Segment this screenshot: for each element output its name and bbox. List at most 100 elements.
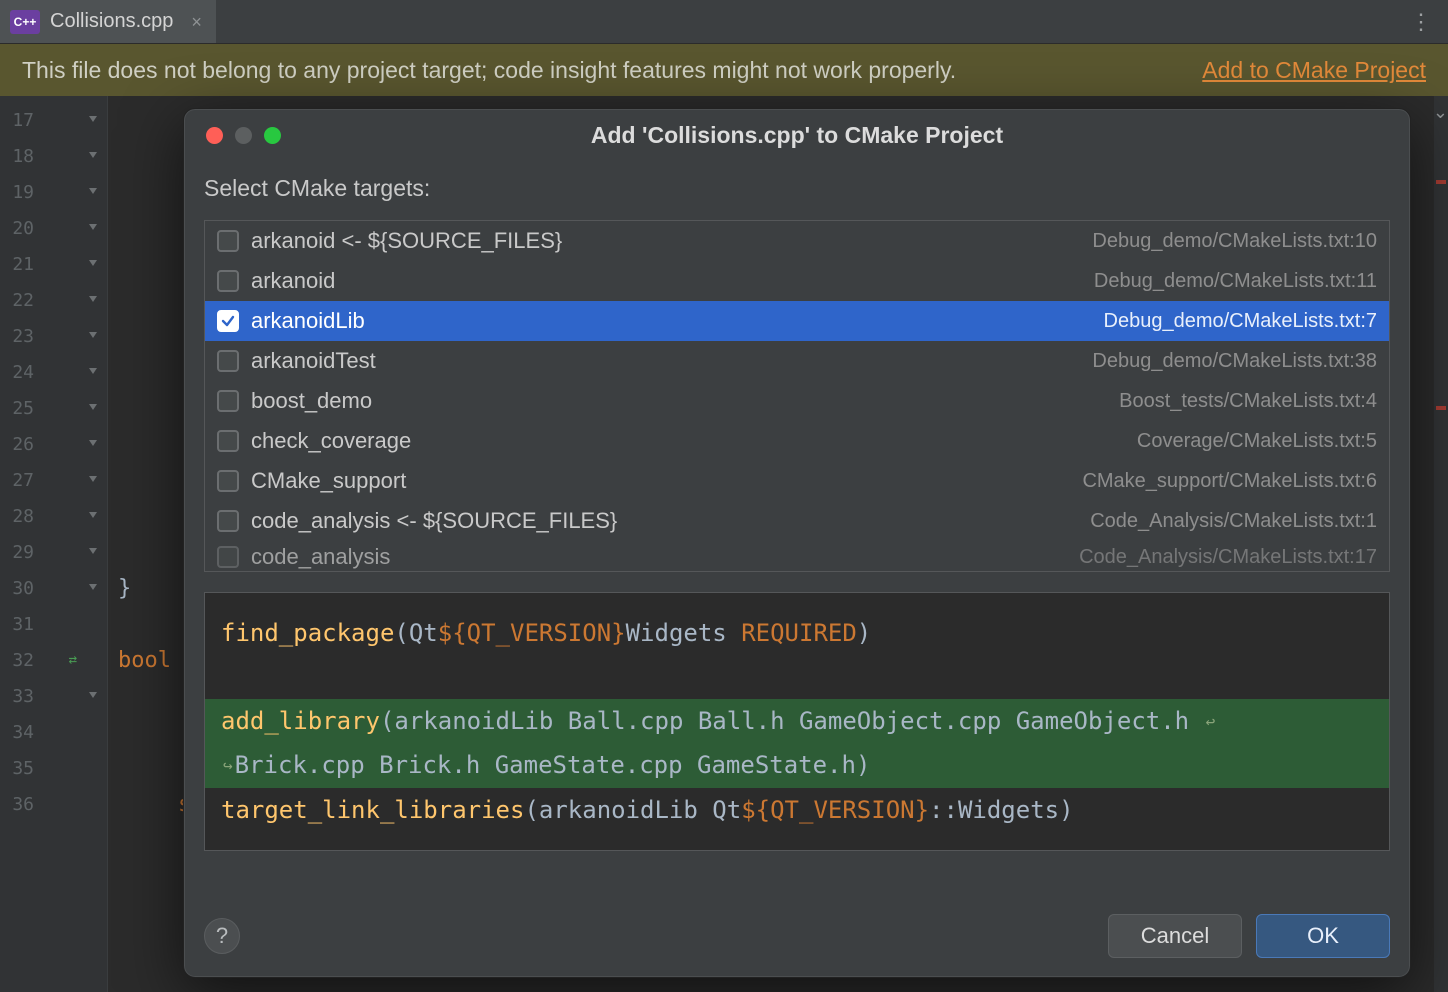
project-warning-banner: This file does not belong to any project…: [0, 44, 1448, 96]
fold-icon[interactable]: [87, 581, 101, 595]
dialog-title: Add 'Collisions.cpp' to CMake Project: [184, 122, 1410, 149]
cmake-target-row[interactable]: arkanoidDebug_demo/CMakeLists.txt:11: [205, 261, 1389, 301]
gutter-line: 30: [0, 570, 107, 606]
editor-tab-collisions[interactable]: C++ Collisions.cpp ×: [0, 0, 216, 43]
fold-icon[interactable]: [87, 113, 101, 127]
window-minimize-icon[interactable]: [235, 127, 252, 144]
fold-icon[interactable]: [87, 185, 101, 199]
fold-icon[interactable]: [87, 653, 101, 667]
target-checkbox[interactable]: [217, 546, 239, 568]
gutter-line: 26: [0, 426, 107, 462]
target-location: Coverage/CMakeLists.txt:5: [1137, 430, 1377, 453]
cmake-target-row[interactable]: CMake_supportCMake_support/CMakeLists.tx…: [205, 461, 1389, 501]
preview-highlight-line: add_library(arkanoidLib Ball.cpp Ball.h …: [205, 699, 1389, 744]
help-button[interactable]: ?: [204, 918, 240, 954]
line-number: 20: [0, 218, 40, 239]
banner-message: This file does not belong to any project…: [22, 57, 956, 84]
line-number: 19: [0, 182, 40, 203]
target-checkbox[interactable]: [217, 390, 239, 412]
cmake-preview: find_package(Qt${QT_VERSION}Widgets REQU…: [204, 592, 1390, 851]
target-checkbox[interactable]: [217, 510, 239, 532]
target-checkbox[interactable]: [217, 430, 239, 452]
fold-icon[interactable]: [87, 689, 101, 703]
target-checkbox[interactable]: [217, 470, 239, 492]
line-number: 17: [0, 110, 40, 131]
close-tab-icon[interactable]: ×: [191, 13, 202, 31]
line-number: 32: [0, 650, 40, 671]
cmake-target-row[interactable]: arkanoid <- ${SOURCE_FILES} Debug_demo/CM…: [205, 221, 1389, 261]
target-checkbox[interactable]: [217, 310, 239, 332]
line-number: 18: [0, 146, 40, 167]
tab-filename: Collisions.cpp: [50, 10, 173, 33]
gutter-line: 34: [0, 714, 107, 750]
gutter-line: 36: [0, 786, 107, 822]
cmake-target-list[interactable]: arkanoid <- ${SOURCE_FILES} Debug_demo/CM…: [204, 220, 1390, 572]
fold-icon[interactable]: [87, 797, 101, 811]
gutter-line: 27: [0, 462, 107, 498]
fold-icon[interactable]: [87, 149, 101, 163]
preview-highlight-line: ↪Brick.cpp Brick.h GameState.cpp GameSta…: [205, 743, 1389, 788]
gutter-line: 33: [0, 678, 107, 714]
add-to-cmake-link[interactable]: Add to CMake Project: [1202, 57, 1426, 84]
cmake-target-row[interactable]: check_coverageCoverage/CMakeLists.txt:5: [205, 421, 1389, 461]
target-location: Boost_tests/CMakeLists.txt:4: [1119, 390, 1377, 413]
line-number: 33: [0, 686, 40, 707]
error-marker[interactable]: [1436, 180, 1446, 184]
line-number: 35: [0, 758, 40, 779]
gutter-line: 23: [0, 318, 107, 354]
target-checkbox[interactable]: [217, 350, 239, 372]
gutter-line: 28: [0, 498, 107, 534]
preview-line: find_package(Qt${QT_VERSION}Widgets REQU…: [221, 611, 1373, 655]
fold-icon[interactable]: [87, 545, 101, 559]
line-number: 31: [0, 614, 40, 635]
line-number: 22: [0, 290, 40, 311]
line-number: 36: [0, 794, 40, 815]
fold-icon[interactable]: [87, 365, 101, 379]
window-zoom-icon[interactable]: [264, 127, 281, 144]
fold-icon[interactable]: [87, 257, 101, 271]
target-name: arkanoid <- ${SOURCE_FILES}: [251, 228, 562, 254]
add-to-cmake-dialog: Add 'Collisions.cpp' to CMake Project Se…: [183, 108, 1411, 978]
cmake-target-row[interactable]: code_analysis <- ${SOURCE_FILES}Code_Ana…: [205, 501, 1389, 541]
fold-icon[interactable]: [87, 473, 101, 487]
dialog-footer: ? Cancel OK: [184, 895, 1410, 977]
cmake-target-row[interactable]: code_analysisCode_Analysis/CMakeLists.tx…: [205, 541, 1389, 572]
editor-scroll-marker-strip[interactable]: ⌄: [1434, 96, 1448, 992]
gutter-line: 22: [0, 282, 107, 318]
target-checkbox[interactable]: [217, 270, 239, 292]
cmake-target-row[interactable]: boost_demo Boost_tests/CMakeLists.txt:4: [205, 381, 1389, 421]
window-controls: [184, 127, 281, 144]
line-number: 21: [0, 254, 40, 275]
fold-icon[interactable]: [87, 221, 101, 235]
fold-icon[interactable]: [87, 617, 101, 631]
fold-icon[interactable]: [87, 329, 101, 343]
cmake-target-row[interactable]: arkanoidLibDebug_demo/CMakeLists.txt:7: [205, 301, 1389, 341]
gutter-line: 21: [0, 246, 107, 282]
target-checkbox[interactable]: [217, 230, 239, 252]
gutter-line: 25: [0, 390, 107, 426]
line-number: 25: [0, 398, 40, 419]
dialog-titlebar: Add 'Collisions.cpp' to CMake Project: [184, 109, 1410, 161]
preview-line: target_link_libraries(arkanoidLib Qt${QT…: [221, 788, 1373, 832]
chevron-down-icon[interactable]: ⌄: [1433, 102, 1448, 123]
tab-overflow-icon[interactable]: ⋮: [1410, 0, 1434, 43]
target-name: boost_demo: [251, 388, 372, 414]
fold-icon[interactable]: [87, 401, 101, 415]
line-number: 27: [0, 470, 40, 491]
fold-icon[interactable]: [87, 437, 101, 451]
gutter-line: 19: [0, 174, 107, 210]
fold-icon[interactable]: [87, 725, 101, 739]
cmake-target-row[interactable]: arkanoidTestDebug_demo/CMakeLists.txt:38: [205, 341, 1389, 381]
fold-icon[interactable]: [87, 293, 101, 307]
cancel-button[interactable]: Cancel: [1108, 914, 1242, 958]
select-targets-label: Select CMake targets:: [204, 175, 1390, 202]
gutter-line: 17: [0, 102, 107, 138]
ok-button[interactable]: OK: [1256, 914, 1390, 958]
line-number: 23: [0, 326, 40, 347]
fold-icon[interactable]: [87, 761, 101, 775]
error-marker[interactable]: [1436, 406, 1446, 410]
target-location: Debug_demo/CMakeLists.txt:10: [1092, 230, 1377, 253]
line-number: 28: [0, 506, 40, 527]
fold-icon[interactable]: [87, 509, 101, 523]
window-close-icon[interactable]: [206, 127, 223, 144]
